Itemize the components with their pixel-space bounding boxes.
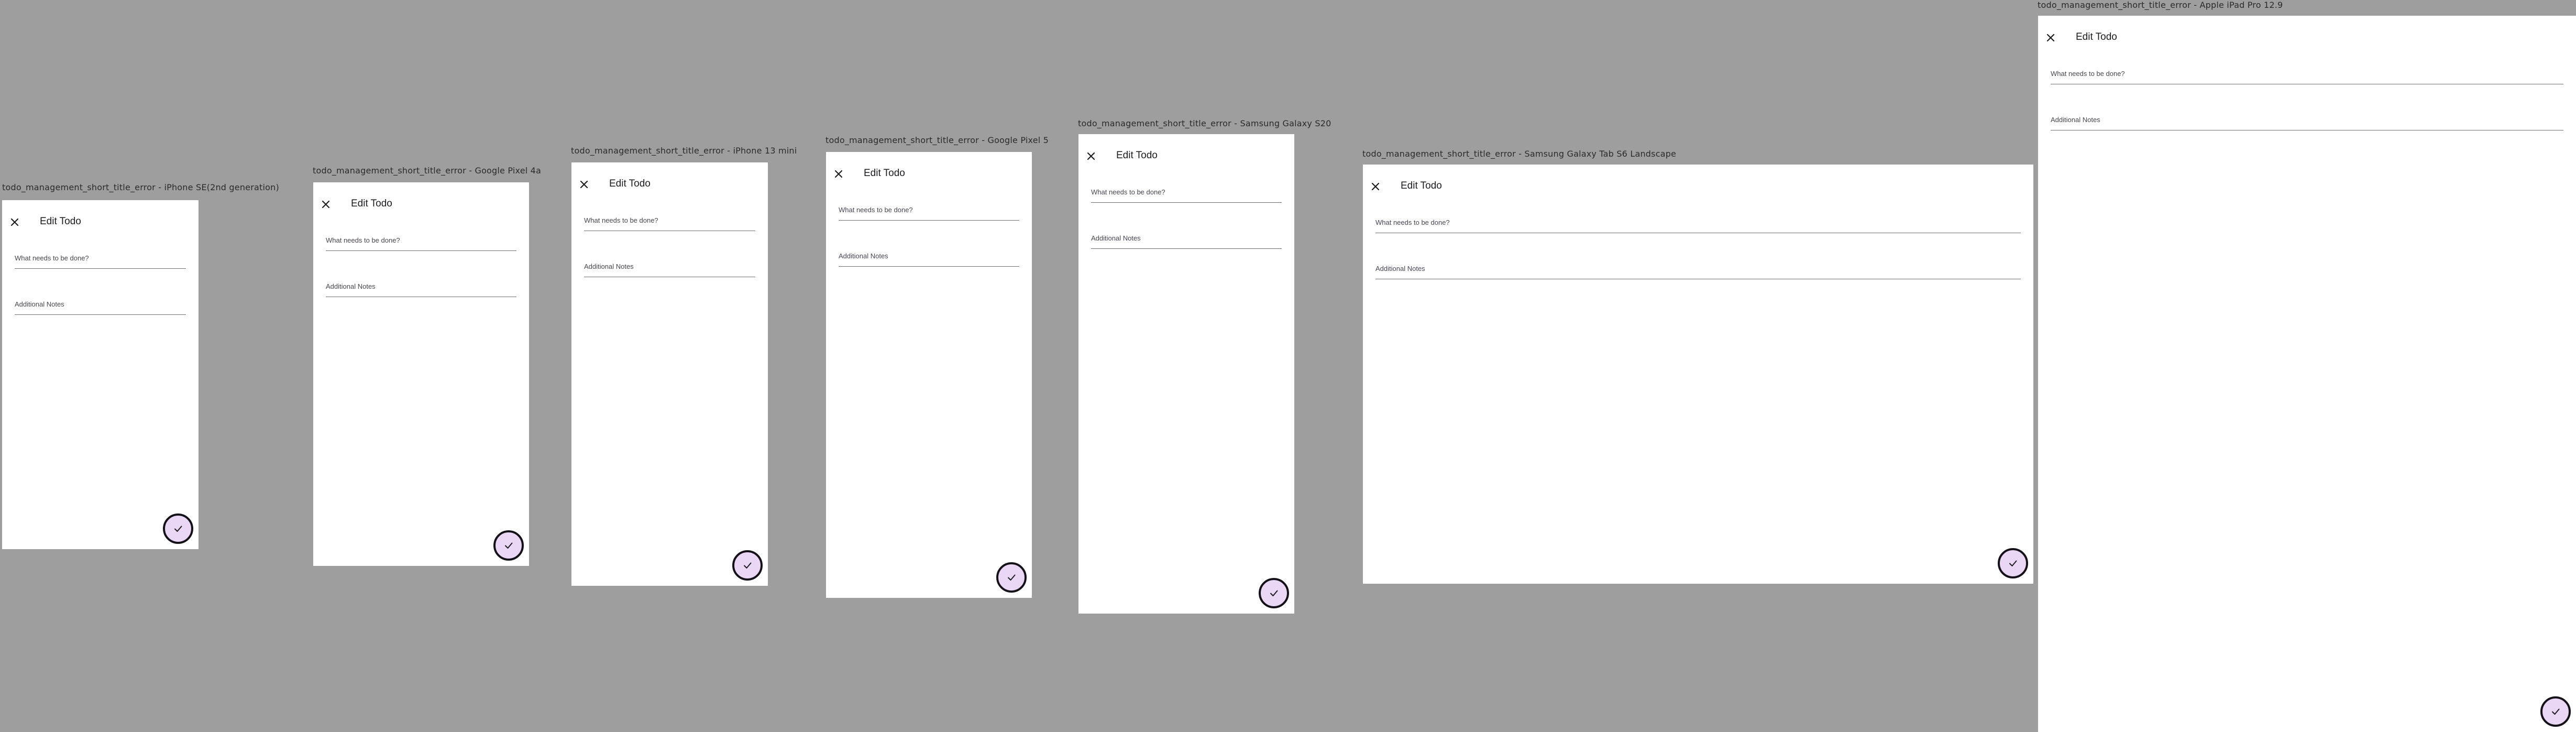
page-title: Edit Todo: [40, 216, 81, 227]
save-todo-button[interactable]: [1998, 548, 2028, 578]
save-todo-button[interactable]: [493, 530, 524, 561]
todo-title-field[interactable]: [839, 202, 1019, 221]
additional-notes-input[interactable]: [1375, 261, 2021, 279]
additional-notes-input[interactable]: [1091, 231, 1282, 248]
additional-notes-field[interactable]: [584, 259, 755, 277]
page-title: Edit Todo: [2076, 31, 2117, 42]
close-icon: [10, 218, 19, 226]
page-title: Edit Todo: [351, 198, 392, 209]
edit-todo-screen: Edit Todo: [313, 182, 529, 566]
app-bar: Edit Todo: [313, 194, 529, 215]
app-bar: Edit Todo: [2, 212, 199, 233]
close-button[interactable]: [9, 217, 20, 227]
device-label: todo_management_short_title_error - iPho…: [571, 146, 797, 156]
device-label: todo_management_short_title_error - Appl…: [2038, 0, 2283, 10]
check-icon: [2009, 560, 2017, 566]
close-button[interactable]: [1086, 151, 1096, 161]
todo-title-input[interactable]: [15, 250, 186, 268]
additional-notes-input[interactable]: [584, 259, 755, 277]
additional-notes-field[interactable]: [1091, 231, 1282, 249]
save-todo-button[interactable]: [163, 514, 193, 544]
todo-title-input[interactable]: [2051, 66, 2563, 84]
additional-notes-field[interactable]: [1375, 261, 2021, 279]
edit-todo-screen: Edit Todo: [2, 200, 199, 549]
close-button[interactable]: [1370, 181, 1381, 192]
check-icon: [2552, 708, 2560, 715]
save-todo-button[interactable]: [1259, 578, 1289, 608]
close-icon: [1087, 152, 1095, 160]
app-bar: Edit Todo: [1363, 176, 2033, 197]
save-todo-button[interactable]: [996, 562, 1027, 593]
close-button[interactable]: [833, 169, 844, 179]
todo-title-field[interactable]: [326, 233, 516, 251]
additional-notes-field[interactable]: [15, 297, 186, 315]
app-bar: Edit Todo: [826, 163, 1032, 184]
check-icon: [174, 526, 182, 532]
device-label: todo_management_short_title_error - iPho…: [2, 182, 279, 192]
edit-todo-screen: Edit Todo: [571, 162, 768, 586]
save-todo-button[interactable]: [2540, 696, 2571, 727]
additional-notes-input[interactable]: [15, 297, 186, 314]
additional-notes-field[interactable]: [839, 248, 1019, 267]
close-button[interactable]: [2045, 32, 2056, 43]
todo-title-field[interactable]: [1091, 184, 1282, 203]
edit-todo-screen: Edit Todo: [1363, 165, 2033, 584]
close-button[interactable]: [579, 179, 589, 190]
page-title: Edit Todo: [864, 168, 905, 179]
device-label: todo_management_short_title_error - Goog…: [313, 166, 542, 176]
close-icon: [2046, 34, 2055, 42]
edit-todo-screen: Edit Todo: [826, 152, 1032, 598]
check-icon: [505, 542, 513, 549]
close-icon: [834, 170, 843, 178]
todo-title-field[interactable]: [2051, 66, 2563, 84]
check-icon: [1270, 590, 1278, 596]
app-bar: Edit Todo: [2038, 27, 2576, 48]
todo-title-field[interactable]: [1375, 215, 2021, 233]
save-todo-button[interactable]: [732, 550, 763, 581]
page-title: Edit Todo: [609, 178, 651, 189]
page-title: Edit Todo: [1116, 150, 1158, 161]
device-label: todo_management_short_title_error - Sams…: [1078, 118, 1331, 128]
close-icon: [322, 200, 330, 209]
additional-notes-field[interactable]: [2051, 112, 2563, 130]
todo-title-input[interactable]: [326, 233, 516, 250]
close-icon: [580, 180, 588, 189]
todo-title-input[interactable]: [584, 213, 755, 231]
app-bar: Edit Todo: [571, 174, 768, 195]
additional-notes-input[interactable]: [2051, 112, 2563, 130]
additional-notes-input[interactable]: [839, 248, 1019, 266]
todo-title-input[interactable]: [839, 202, 1019, 220]
todo-title-input[interactable]: [1375, 215, 2021, 233]
page-title: Edit Todo: [1401, 180, 1442, 191]
app-bar: Edit Todo: [1078, 146, 1294, 167]
check-icon: [1008, 574, 1016, 581]
edit-todo-screen: Edit Todo: [2038, 16, 2576, 732]
edit-todo-screen: Edit Todo: [1078, 134, 1294, 614]
todo-title-field[interactable]: [15, 250, 186, 269]
additional-notes-input[interactable]: [326, 279, 516, 297]
device-label: todo_management_short_title_error - Goog…: [825, 135, 1049, 145]
close-button[interactable]: [321, 199, 331, 210]
check-icon: [744, 562, 752, 569]
additional-notes-field[interactable]: [326, 279, 516, 297]
todo-title-field[interactable]: [584, 213, 755, 231]
todo-title-input[interactable]: [1091, 184, 1282, 202]
device-label: todo_management_short_title_error - Sams…: [1362, 149, 1677, 159]
close-icon: [1371, 182, 1380, 191]
